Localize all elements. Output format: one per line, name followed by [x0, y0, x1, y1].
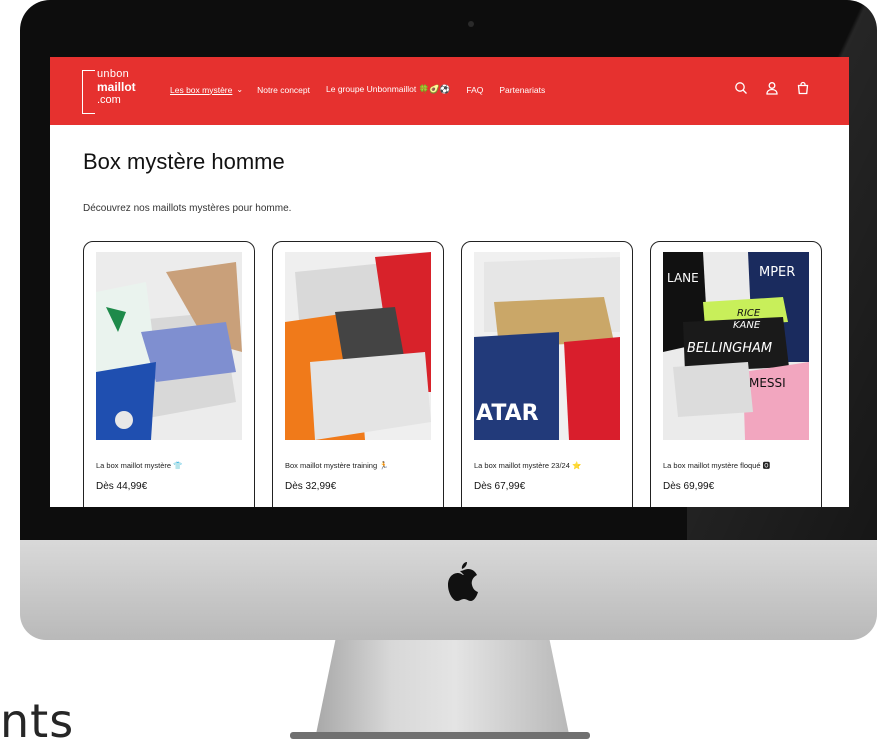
product-name[interactable]: Box maillot mystère training 🏃	[285, 460, 435, 471]
nav-item-groupe[interactable]: Le groupe Unbonmaillot 🍀🥑⚽	[326, 84, 450, 95]
jersey-text: KANE	[733, 320, 761, 331]
jersey-text: ATAR	[476, 401, 539, 426]
product-price: Dès 32,99€	[285, 481, 337, 492]
nav-item-partenariats[interactable]: Partenariats	[499, 85, 545, 95]
site-logo[interactable]: unbon maillot .com	[82, 64, 142, 116]
product-image[interactable]: RICE KANE BELLINGHAM MESSI MPER LANE	[663, 252, 809, 440]
website-screen: unbon maillot .com Les box mystère ⌄ Not…	[50, 57, 849, 507]
product-card[interactable]: La box maillot mystère 👕 Dès 44,99€	[83, 241, 255, 507]
search-icon[interactable]	[734, 81, 748, 95]
product-price: Dès 44,99€	[96, 481, 148, 492]
imac-stand	[315, 640, 570, 739]
nav-item-box-mystere[interactable]: Les box mystère	[170, 85, 232, 95]
product-image[interactable]	[285, 252, 431, 440]
product-price: Dès 69,99€	[663, 481, 715, 492]
header-icons	[734, 81, 810, 95]
caption-text: nts	[0, 694, 75, 748]
product-name[interactable]: La box maillot mystère 23/24 ⭐	[474, 460, 624, 471]
product-card[interactable]: Box maillot mystère training 🏃 Dès 32,99…	[272, 241, 444, 507]
page-title: Box mystère homme	[83, 149, 285, 174]
camera-dot	[468, 21, 474, 27]
product-name[interactable]: La box maillot mystère 👕	[96, 460, 246, 471]
jersey-text: RICE	[737, 308, 761, 319]
page-description: Découvrez nos maillots mystères pour hom…	[83, 203, 292, 214]
jersey-text: LANE	[667, 271, 699, 285]
account-icon[interactable]	[765, 81, 779, 95]
chevron-down-icon[interactable]: ⌄	[236, 85, 243, 94]
nav-item-faq[interactable]: FAQ	[466, 85, 483, 95]
imac-stand-base	[290, 732, 590, 739]
product-grid: La box maillot mystère 👕 Dès 44,99€ Box …	[83, 241, 822, 507]
product-card[interactable]: RICE KANE BELLINGHAM MESSI MPER LANE La …	[650, 241, 822, 507]
site-header: unbon maillot .com Les box mystère ⌄ Not…	[50, 57, 849, 125]
nav-item-concept[interactable]: Notre concept	[257, 85, 310, 95]
logo-line-3: .com	[97, 94, 121, 106]
product-name[interactable]: La box maillot mystère floqué 🅾	[663, 460, 813, 471]
logo-bracket	[82, 70, 95, 114]
jersey-text: BELLINGHAM	[687, 341, 772, 356]
apple-logo-icon	[448, 562, 478, 601]
product-image[interactable]	[96, 252, 242, 440]
product-image[interactable]: ATAR	[474, 252, 620, 440]
logo-line-1: unbon	[97, 68, 130, 80]
product-card[interactable]: ATAR La box maillot mystère 23/24 ⭐ Dès …	[461, 241, 633, 507]
jersey-text: MPER	[759, 265, 795, 280]
product-price: Dès 67,99€	[474, 481, 526, 492]
logo-line-2: maillot	[97, 80, 136, 94]
main-nav: Les box mystère ⌄ Notre concept Le group…	[170, 84, 561, 95]
jersey-text: MESSI	[749, 376, 786, 390]
cart-icon[interactable]	[796, 81, 810, 95]
